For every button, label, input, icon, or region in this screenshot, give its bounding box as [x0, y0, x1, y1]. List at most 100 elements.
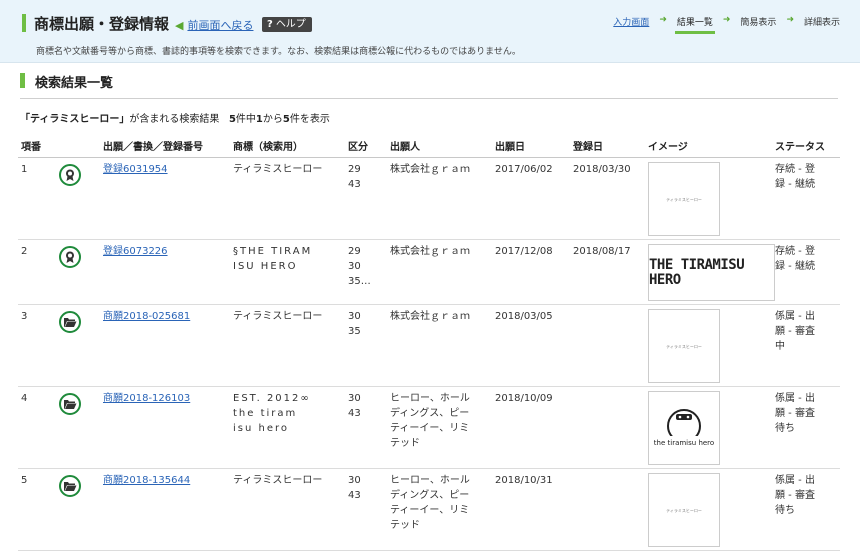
help-button[interactable]: ? ヘルプ	[262, 17, 312, 32]
trademark-text: ティラミスヒーロー	[230, 304, 345, 387]
page-title: 商標出願・登録情報	[34, 15, 170, 33]
status-text: 存続 - 登 録 - 継続	[772, 157, 840, 240]
section-title: 検索結果一覧	[35, 76, 114, 91]
trademark-image[interactable]: ティラミスヒーロー	[648, 309, 720, 383]
step-arrow-icon: ➜	[659, 15, 667, 25]
image-caption: ティラミスヒーロー	[666, 507, 702, 513]
summary-mid: が含まれる検索結果	[129, 114, 220, 125]
registration-number-cell[interactable]: 登録6073226	[100, 239, 230, 305]
summary-text: 件中	[235, 114, 256, 125]
trademark-text: ティラミスヒーロー	[230, 468, 345, 551]
status-icon-cell	[52, 468, 100, 551]
trademark-image-cell[interactable]: ティラミスヒーロー	[645, 468, 772, 551]
trademark-image[interactable]: the tiramisu hero	[648, 391, 720, 465]
status-icon-cell	[52, 386, 100, 469]
summary-text: から	[262, 114, 283, 125]
class-codes: 30 43	[345, 468, 387, 551]
step-detail-view: 詳細表示	[803, 18, 840, 28]
class-codes: 29 30 35…	[345, 239, 387, 305]
status-text: 係属 - 出 願 - 審査 待ち	[772, 468, 840, 551]
column-header	[52, 135, 100, 158]
filing-date: 2018/03/05	[492, 304, 570, 387]
status-text: 係属 - 出 願 - 審査 待ち	[772, 386, 840, 469]
back-link-wrap[interactable]: ◀ 前画面へ戻る	[175, 17, 253, 33]
registration-date	[570, 304, 645, 387]
trademark-image-cell[interactable]: ティラミスヒーロー	[645, 304, 772, 387]
step-result-list: 結果一覧	[674, 15, 715, 34]
step-arrow-icon: ➜	[722, 15, 731, 25]
registered-ribbon-icon	[59, 246, 81, 268]
step-simple-view: 簡易表示	[740, 18, 777, 28]
back-arrow-icon: ◀	[175, 19, 184, 32]
column-header: 出願／書換／登録番号	[100, 135, 230, 158]
trademark-image[interactable]: THE TIRAMISU HERO	[648, 244, 775, 301]
row-number: 4	[18, 386, 52, 469]
registration-number-link[interactable]: 登録6031954	[103, 164, 168, 175]
status-text: 係属 - 出 願 - 審査 中	[772, 304, 840, 387]
applicant: 株式会社ｇｒａｍ	[387, 157, 492, 240]
help-icon: ?	[267, 19, 273, 30]
section-divider	[20, 98, 838, 99]
row-number: 2	[18, 239, 52, 305]
trademark-image-cell[interactable]: THE TIRAMISU HERO	[645, 239, 775, 305]
table-row: 3 商願2018-025681 ティラミスヒーロー 30 35 株式会社ｇｒａｍ…	[18, 304, 840, 387]
application-number-link[interactable]: 商願2018-025681	[103, 311, 190, 322]
image-caption: ティラミスヒーロー	[666, 196, 702, 202]
application-number-cell[interactable]: 商願2018-135644	[100, 468, 230, 551]
class-codes: 30 35	[345, 304, 387, 387]
results-table: 項番 出願／書換／登録番号 商標（検索用） 区分 出願人 出願日 登録日 イメー…	[18, 135, 840, 551]
summary-text: 件を表示	[289, 114, 330, 125]
page-header: 商標出願・登録情報 ◀ 前画面へ戻る ? ヘルプ 商標名や文献番号等から商標、書誌的…	[0, 0, 860, 63]
registration-date	[570, 468, 645, 551]
result-summary: 「ティラミスヒーロー」が含まれる検索結果 5件中1から5件を表示	[20, 110, 330, 125]
summary-end: 5	[282, 114, 290, 125]
table-row: 5 商願2018-135644 ティラミスヒーロー 30 43 ヒーロー、ホール…	[18, 468, 840, 551]
registration-date: 2018/08/17	[570, 239, 645, 305]
applicant: ヒーロー、ホール ディングス、ピー ティーイー、リミ テッド	[387, 468, 492, 551]
folder-open-icon	[59, 393, 81, 415]
filing-date: 2017/06/02	[492, 157, 570, 240]
trademark-image[interactable]: ティラミスヒーロー	[648, 473, 720, 547]
filing-date: 2018/10/31	[492, 468, 570, 551]
image-caption: the tiramisu hero	[653, 438, 715, 447]
applicant: 株式会社ｇｒａｍ	[387, 239, 492, 305]
applicant: 株式会社ｇｒａｍ	[387, 304, 492, 387]
trademark-text: §THE TIRAM ISU HERO	[230, 239, 345, 305]
application-number-link[interactable]: 商願2018-135644	[103, 475, 190, 486]
registered-ribbon-icon	[59, 164, 81, 186]
column-header: 登録日	[570, 135, 645, 158]
table-row: 1 登録6031954 ティラミスヒーロー 29 43 株式会社ｇｒａｍ 201…	[18, 157, 840, 240]
filing-date: 2017/12/08	[492, 239, 570, 305]
tiramisu-hero-badge-icon	[667, 408, 701, 436]
step-arrow-icon: ➜	[786, 15, 794, 25]
page-description: 商標名や文献番号等から商標、書誌的事項等を検索できます。なお、検索結果は商標公報…	[36, 47, 521, 57]
summary-start: 1	[255, 114, 263, 125]
table-row: 2 登録6073226 §THE TIRAM ISU HERO 29 30 35…	[18, 239, 840, 305]
column-header: 商標（検索用）	[230, 135, 345, 158]
back-link[interactable]: 前画面へ戻る	[187, 19, 253, 32]
trademark-image-cell[interactable]: the tiramisu hero	[645, 386, 772, 469]
status-icon-cell	[52, 239, 100, 305]
trademark-text: EST. 2012∞ the tiram isu hero	[230, 386, 345, 469]
registration-date: 2018/03/30	[570, 157, 645, 240]
status-icon-cell	[52, 304, 100, 387]
column-header: 項番	[18, 135, 52, 158]
registration-number-cell[interactable]: 登録6031954	[100, 157, 230, 240]
folder-open-icon	[59, 475, 81, 497]
column-header: 出願日	[492, 135, 570, 158]
title-accent-bar	[22, 14, 26, 32]
trademark-image[interactable]: ティラミスヒーロー	[648, 162, 720, 236]
table-row: 4 商願2018-126103 EST. 2012∞ the tiram isu…	[18, 386, 840, 469]
application-number-cell[interactable]: 商願2018-025681	[100, 304, 230, 387]
registration-number-link[interactable]: 登録6073226	[103, 246, 168, 257]
summary-query: 「ティラミスヒーロー」	[20, 114, 130, 125]
table-header-row: 項番 出願／書換／登録番号 商標（検索用） 区分 出願人 出願日 登録日 イメー…	[18, 135, 840, 158]
application-number-link[interactable]: 商願2018-126103	[103, 393, 190, 404]
application-number-cell[interactable]: 商願2018-126103	[100, 386, 230, 469]
summary-total: 5	[228, 114, 236, 125]
step-input-screen[interactable]: 入力画面	[611, 15, 651, 31]
row-number: 5	[18, 468, 52, 551]
trademark-image-cell[interactable]: ティラミスヒーロー	[645, 157, 772, 240]
column-header: ステータス	[772, 135, 840, 158]
applicant: ヒーロー、ホール ディングス、ピー ティーイー、リミ テッド	[387, 386, 492, 469]
